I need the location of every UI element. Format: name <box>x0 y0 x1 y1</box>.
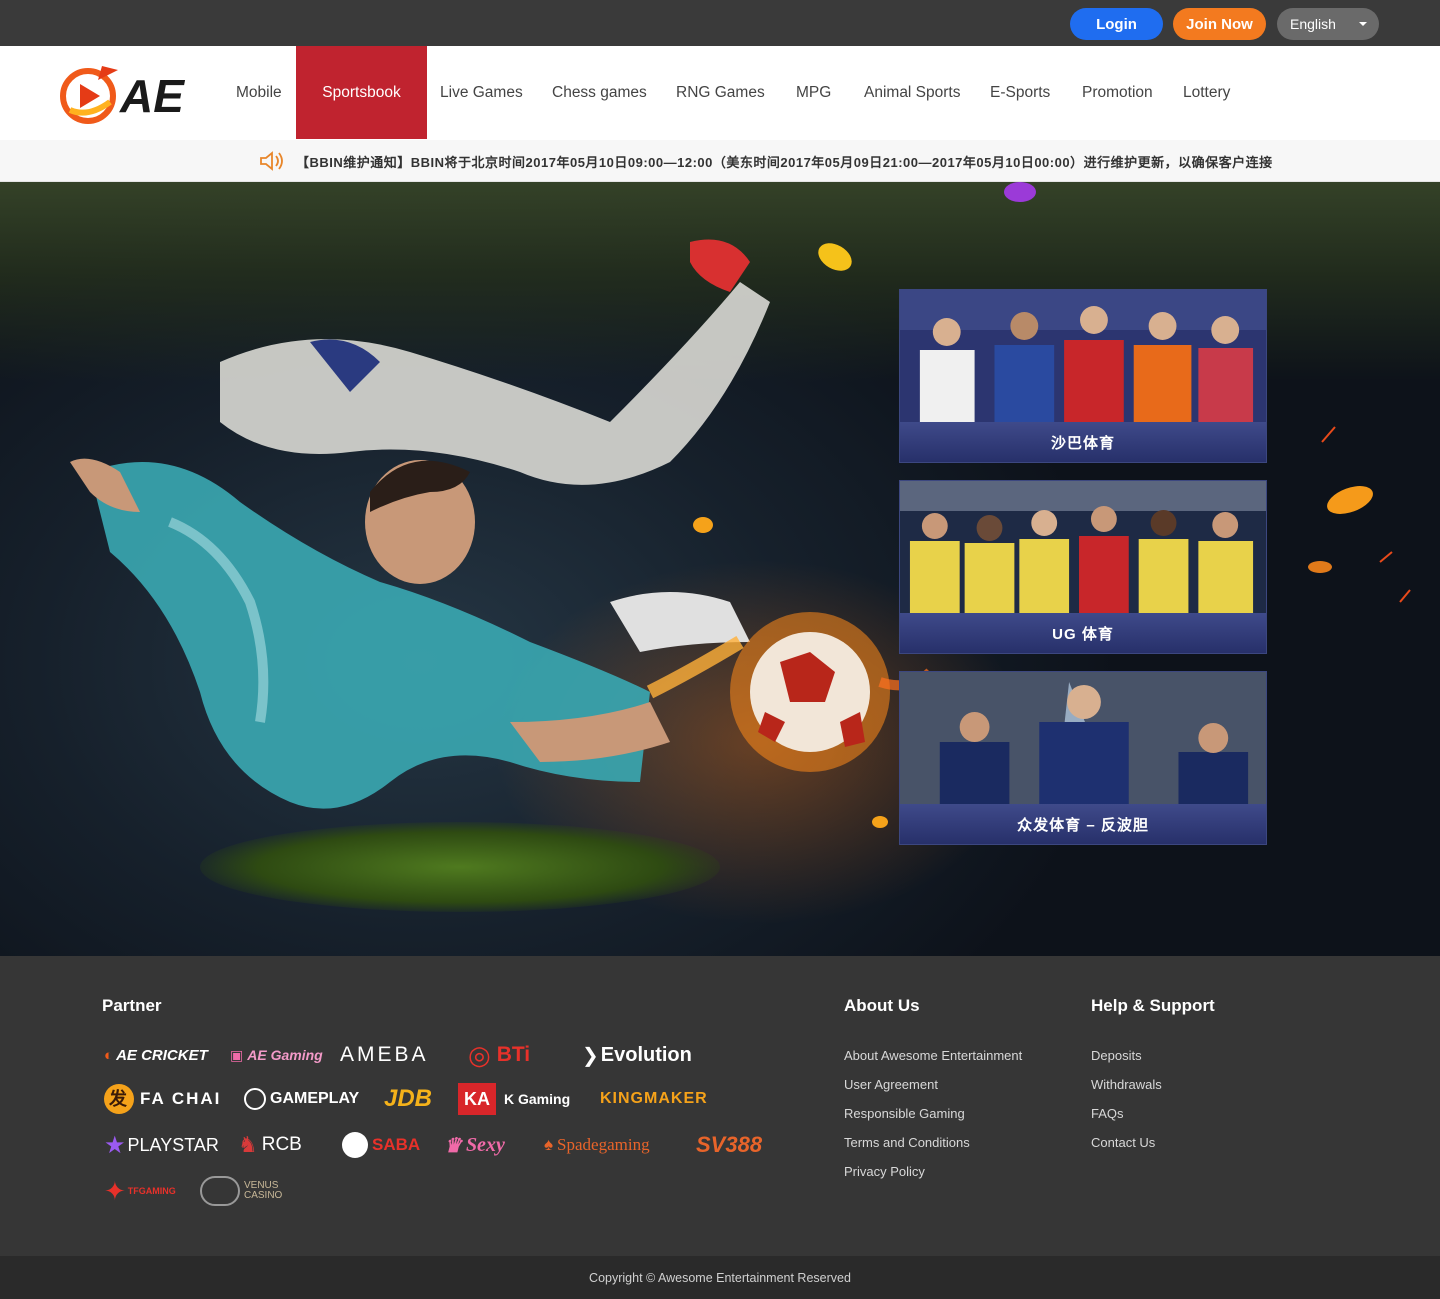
partner-logo-gameplay[interactable]: GAMEPLAY <box>244 1082 359 1116</box>
partner-name: Evolution <box>600 1043 692 1066</box>
partner-logo-jdb[interactable]: JDB <box>384 1082 432 1116</box>
card-caption: 众发体育 – 反波胆 <box>900 804 1266 844</box>
partner-logo-evolution[interactable]: ❯ Evolution <box>582 1038 692 1072</box>
partner-logo-ae-cricket[interactable]: ◐ AE CRICKET <box>104 1038 208 1072</box>
user-agreement-link[interactable]: User Agreement <box>844 1077 938 1092</box>
partner-logo-fa-chai[interactable]: 发 FA CHAI <box>104 1082 221 1116</box>
nav-item-mobile[interactable]: Mobile <box>236 46 282 140</box>
partner-logo-tfgaming[interactable]: ✦ TFGAMING <box>104 1174 176 1208</box>
nav-item-live-games[interactable]: Live Games <box>440 46 523 140</box>
notice-text[interactable]: 【BBIN维护通知】BBIN将于北京时间2017年05月10日09:00—12:… <box>296 152 1351 171</box>
logo-text: AE <box>119 70 185 122</box>
join-now-button[interactable]: Join Now <box>1173 8 1266 40</box>
terms-link[interactable]: Terms and Conditions <box>844 1135 970 1150</box>
partner-name: PLAYSTAR <box>127 1134 219 1155</box>
partner-name: Sexy <box>465 1133 505 1156</box>
main-nav: AE Mobile Sportsbook Live Games Chess ga… <box>0 46 1440 140</box>
partner-name: BTi <box>496 1043 531 1066</box>
sportsbook-card-ug[interactable]: UG 体育 <box>899 480 1267 654</box>
ae-logo[interactable]: AE <box>58 60 198 126</box>
partner-logo-ameba[interactable]: AMEBA <box>340 1038 429 1072</box>
partner-logo-saba[interactable]: SABA <box>342 1128 420 1162</box>
faqs-link[interactable]: FAQs <box>1091 1106 1124 1121</box>
sportsbook-card-saba[interactable]: 沙巴体育 <box>899 289 1267 463</box>
partner-logo-rcb[interactable]: ♞ RCB <box>238 1128 302 1162</box>
notice-bar: 【BBIN维护通知】BBIN将于北京时间2017年05月10日09:00—12:… <box>0 140 1440 182</box>
partner-name: JDB <box>384 1085 433 1112</box>
nav-item-promotion[interactable]: Promotion <box>1082 46 1153 140</box>
nav-item-chess-games[interactable]: Chess games <box>552 46 647 140</box>
partner-name: Spadegaming <box>557 1135 650 1154</box>
speaker-icon <box>258 150 286 172</box>
deposits-link[interactable]: Deposits <box>1091 1048 1142 1063</box>
ug-players-image <box>900 481 1266 615</box>
card-caption: 沙巴体育 <box>900 422 1266 462</box>
partner-logo-playstar[interactable]: ★ PLAYSTAR <box>104 1128 219 1162</box>
partner-name: AE Gaming <box>247 1047 323 1063</box>
copyright: Copyright © Awesome Entertainment Reserv… <box>0 1256 1440 1299</box>
partner-name: AE CRICKET <box>116 1046 208 1064</box>
zhongfa-players-image <box>900 672 1266 806</box>
language-select[interactable]: English <box>1277 8 1379 40</box>
partner-name: AMEBA <box>340 1043 429 1066</box>
partner-name: TFGAMING <box>127 1186 176 1196</box>
top-bar: Login Join Now English <box>0 0 1440 46</box>
partner-logo-ka[interactable]: KA <box>458 1082 496 1116</box>
partner-name: SV388 <box>696 1132 763 1157</box>
partner-name: KINGMAKER <box>600 1090 708 1107</box>
nav-item-animal-sports[interactable]: Animal Sports <box>864 46 960 140</box>
partner-name: GAMEPLAY <box>270 1090 360 1107</box>
contact-us-link[interactable]: Contact Us <box>1091 1135 1155 1150</box>
footer: Partner ◐ AE CRICKET ▣ AE Gaming AMEBA ◎ BT… <box>0 956 1440 1256</box>
partner-logo-kingmaker[interactable]: KINGMAKER <box>600 1082 708 1116</box>
partner-name: KA <box>458 1083 496 1115</box>
login-button[interactable]: Login <box>1070 8 1163 40</box>
nav-item-sportsbook[interactable]: Sportsbook <box>296 46 427 139</box>
privacy-policy-link[interactable]: Privacy Policy <box>844 1164 925 1179</box>
nav-item-rng-games[interactable]: RNG Games <box>676 46 765 140</box>
nav-item-mpg[interactable]: MPG <box>796 46 831 140</box>
partner-name: RCB <box>261 1134 302 1155</box>
about-heading: About Us <box>844 996 920 1015</box>
sportsbook-card-zhongfa[interactable]: 众发体育 – 反波胆 <box>899 671 1267 845</box>
withdrawals-link[interactable]: Withdrawals <box>1091 1077 1162 1092</box>
saba-players-image <box>900 290 1266 424</box>
partner-name: SABA <box>372 1135 421 1154</box>
partner-logo-venus-casino[interactable]: VENUS CASINO <box>200 1174 284 1208</box>
partner-name: K Gaming <box>504 1091 571 1107</box>
partner-logo-k-gaming[interactable]: K Gaming <box>504 1082 570 1116</box>
partner-logo-sexy[interactable]: ♛ Sexy <box>444 1128 505 1162</box>
language-value: English <box>1290 16 1336 32</box>
nav-item-lottery[interactable]: Lottery <box>1183 46 1230 140</box>
partner-name: FA CHAI <box>140 1089 222 1108</box>
responsible-gaming-link[interactable]: Responsible Gaming <box>844 1106 965 1121</box>
help-heading: Help & Support <box>1091 996 1215 1015</box>
partner-name: VENUS CASINO <box>244 1180 283 1201</box>
card-caption: UG 体育 <box>900 613 1266 653</box>
caret-down-icon <box>1359 22 1367 26</box>
nav-item-e-sports[interactable]: E-Sports <box>990 46 1050 140</box>
partner-logo-spadegaming[interactable]: ♠ Spadegaming <box>544 1128 650 1162</box>
partner-logo-bti[interactable]: ◎ BTi <box>468 1038 530 1072</box>
partner-logo-ae-gaming[interactable]: ▣ AE Gaming <box>230 1038 323 1072</box>
hero-banner: 沙巴体育 UG 体育 众发体育 – 反波胆 <box>0 182 1440 956</box>
about-link[interactable]: About Awesome Entertainment <box>844 1048 1022 1063</box>
partner-heading: Partner <box>102 996 162 1015</box>
partner-logo-sv388[interactable]: SV388 <box>696 1128 762 1162</box>
